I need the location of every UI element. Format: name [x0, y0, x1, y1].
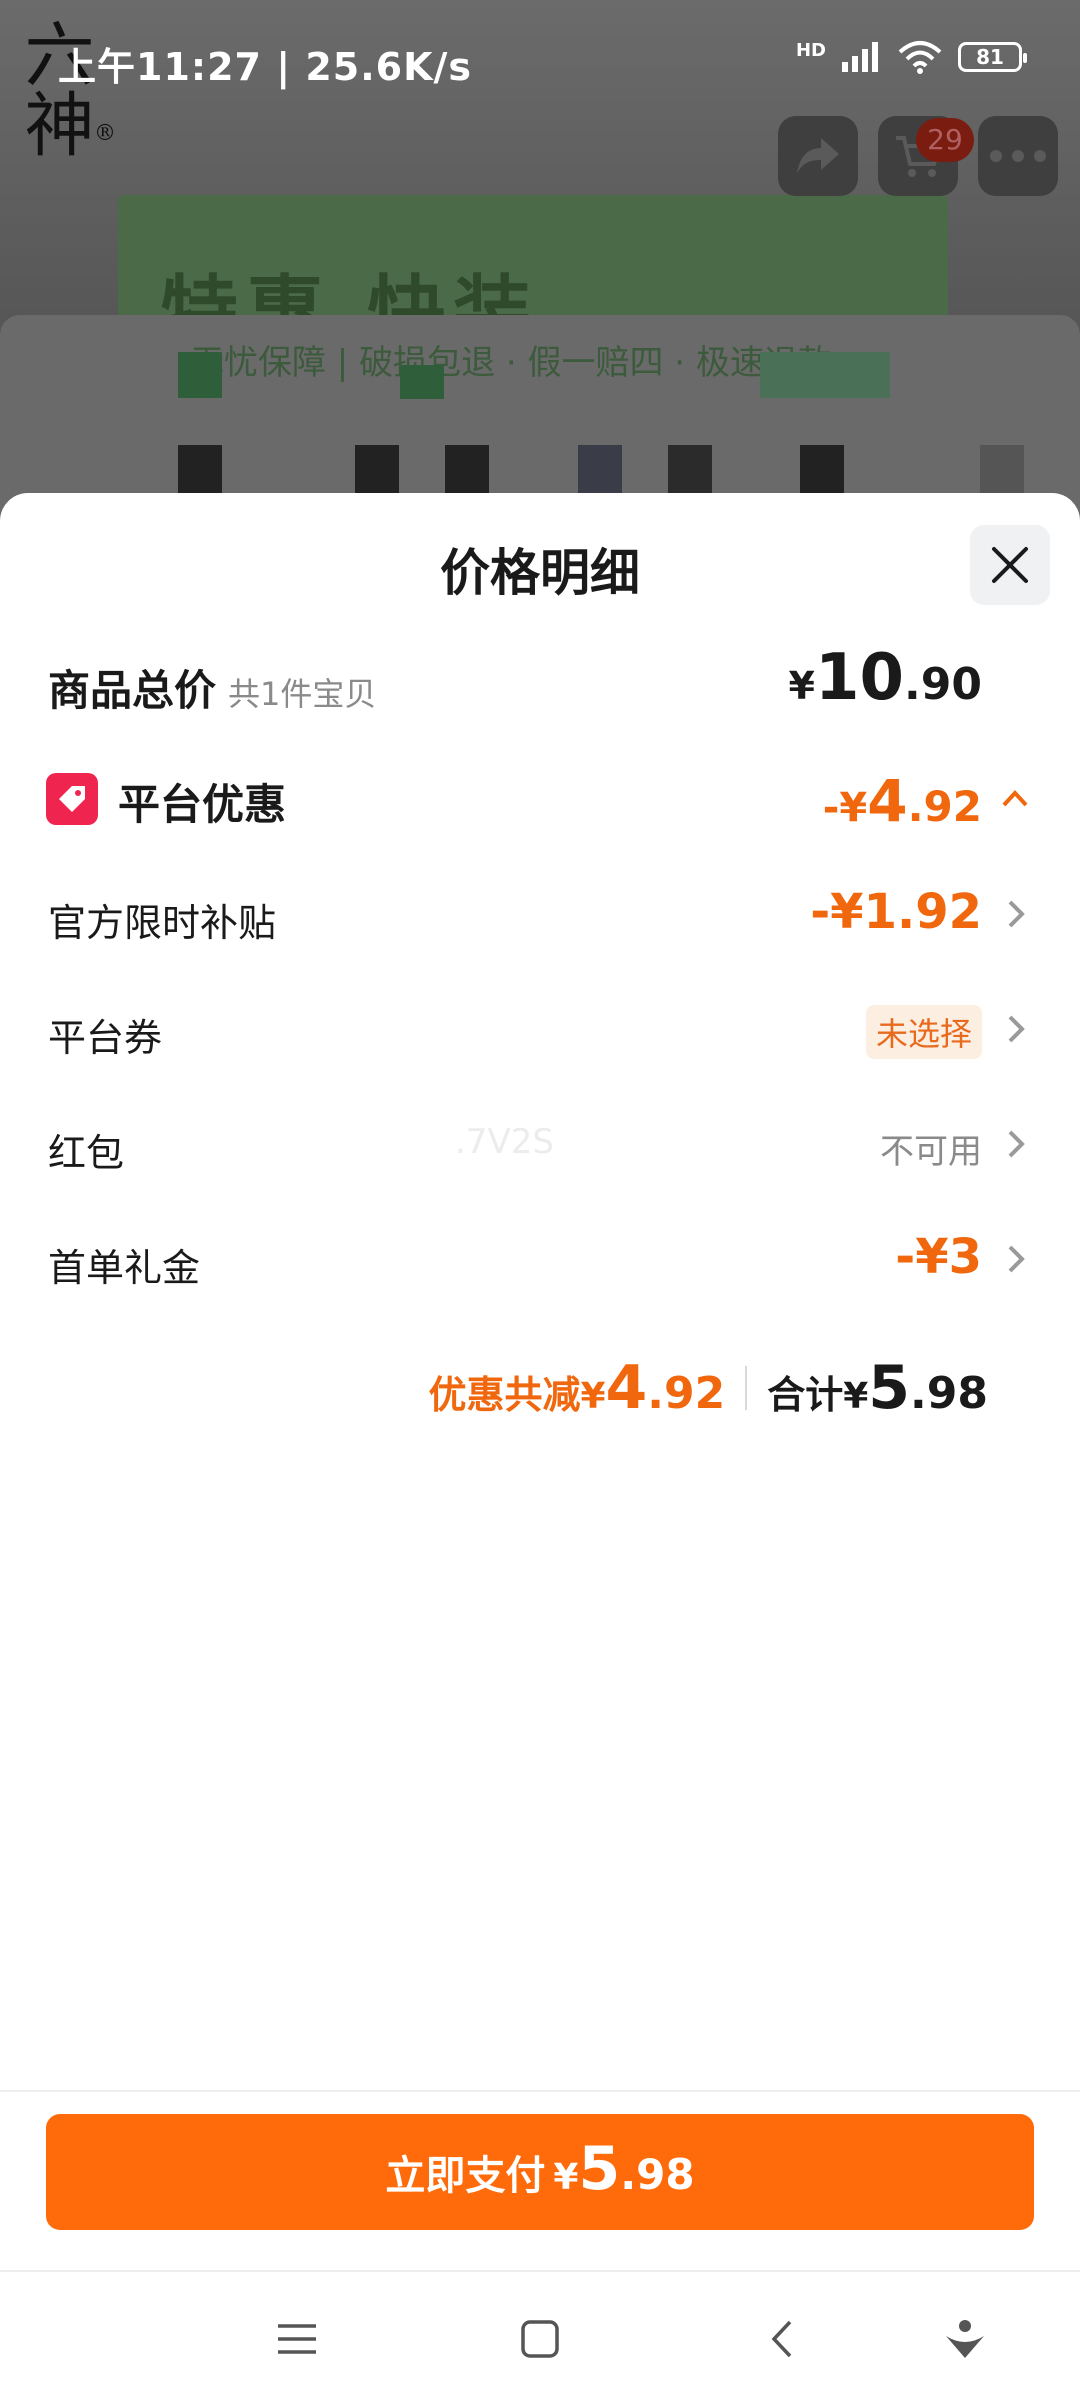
row-first-order-gift[interactable]: 首单礼金 -¥3 [0, 1213, 1080, 1303]
status-clock: 上午11:27 [58, 45, 262, 89]
chevron-up-icon [1002, 790, 1028, 807]
discount-currency-symbol: ¥ [580, 1376, 606, 1417]
row-label: 商品总价 共1件宝贝 [48, 657, 376, 718]
total-price-value: ¥10.90 [789, 641, 982, 715]
platform-discount-value: -¥4.92 [823, 767, 982, 835]
signal-icon [842, 42, 878, 72]
total-currency-symbol: ¥ [843, 1376, 869, 1417]
home-icon[interactable] [515, 2314, 565, 2364]
blur-block [400, 365, 444, 399]
blur-block [760, 352, 890, 398]
discount-total-label: 优惠共减 [428, 1373, 581, 1417]
red-packet-status: 不可用 [880, 1132, 982, 1172]
back-icon[interactable] [758, 2314, 808, 2364]
price-integer: 4 [867, 767, 908, 835]
cart-count-badge: 29 [916, 118, 974, 162]
row-red-packet[interactable]: 红包 .7V2S 不可用 [0, 1098, 1080, 1188]
menu-icon[interactable] [272, 2314, 322, 2364]
blur-block [355, 445, 399, 493]
item-count-label: 共1件宝贝 [228, 675, 377, 713]
discount-decimal: .92 [647, 1368, 726, 1419]
status-divider: | [276, 45, 292, 89]
pay-area: 立即支付 ¥ 5 .98 [0, 2090, 1080, 2270]
discount-integer: 4 [605, 1353, 648, 1423]
wifi-icon [898, 41, 942, 74]
close-icon [992, 547, 1028, 583]
battery-level: 81 [976, 45, 1004, 69]
blur-block [445, 445, 489, 493]
total-integer: 5 [868, 1353, 911, 1423]
more-icon [990, 150, 1046, 162]
pay-currency-symbol: ¥ [553, 2157, 579, 2198]
official-subsidy-value: -¥1.92 [810, 884, 982, 940]
discount-tag-icon [46, 773, 98, 825]
chevron-right-icon [1008, 1245, 1025, 1273]
sheet-title: 价格明细 [440, 544, 640, 602]
price-decimal: .90 [904, 659, 982, 710]
currency-symbol: ¥ [788, 664, 815, 708]
price-decimal: .92 [907, 782, 982, 831]
close-button[interactable] [970, 525, 1050, 605]
status-time: 上午11:27 | 25.6K/s [58, 36, 472, 91]
more-button[interactable] [978, 116, 1058, 196]
official-subsidy-label: 官方限时补贴 [48, 901, 277, 945]
red-packet-label: 红包 [48, 1131, 125, 1175]
system-nav-bar [0, 2270, 1080, 2400]
price-summary: 优惠共减 ¥ 4 .92 合计 ¥ 5 .98 [428, 1353, 988, 1423]
blur-block [800, 445, 844, 493]
coupon-status-badge: 未选择 [865, 1005, 982, 1059]
total-price-label: 商品总价 [48, 666, 217, 715]
battery-icon: 81 [958, 42, 1027, 72]
pay-now-button[interactable]: 立即支付 ¥ 5 .98 [46, 2114, 1034, 2230]
first-order-gift-value: -¥3 [895, 1229, 982, 1285]
row-platform-coupon[interactable]: 平台券 未选择 [0, 983, 1080, 1073]
status-speed: 25.6K/s [305, 45, 473, 89]
currency-symbol: -¥ [822, 785, 868, 831]
row-platform-discount[interactable]: 平台优惠 -¥4.92 [0, 753, 1080, 843]
first-order-gift-label: 首单礼金 [48, 1246, 201, 1290]
blur-block [668, 445, 712, 493]
background-card-text: 无忧保障 | 破损包退 · 假一赔四 · 极速退款 [190, 343, 832, 383]
pay-now-label: 立即支付 [385, 2153, 546, 2199]
pay-integer: 5 [578, 2134, 621, 2204]
pay-decimal: .98 [620, 2150, 695, 2199]
chevron-right-icon [1008, 1130, 1025, 1158]
assistant-icon[interactable] [940, 2314, 990, 2364]
share-button[interactable] [778, 116, 858, 196]
chevron-right-icon [1008, 1015, 1025, 1043]
platform-coupon-label: 平台券 [48, 1016, 163, 1060]
blur-block [980, 445, 1024, 493]
row-total-price: 商品总价 共1件宝贝 ¥10.90 [0, 633, 1080, 723]
network-type-label: HD [795, 40, 826, 61]
blur-block [578, 445, 622, 493]
blur-block [178, 445, 222, 493]
summary-divider [745, 1366, 748, 1410]
platform-discount-label: 平台优惠 [118, 780, 287, 829]
grand-total-label: 合计 [767, 1373, 844, 1417]
watermark-text: .7V2S [455, 1122, 554, 1162]
price-detail-sheet: 价格明细 商品总价 共1件宝贝 ¥10.90 平台优惠 -¥4.92 官方限时补贴… [0, 493, 1080, 2270]
share-icon [797, 138, 839, 174]
status-bar: 上午11:27 | 25.6K/s HD 81 [0, 0, 1080, 96]
blur-block [178, 352, 222, 398]
chevron-right-icon [1008, 900, 1025, 928]
status-icons: HD 81 [795, 40, 1027, 74]
total-decimal: .98 [910, 1368, 988, 1419]
row-official-subsidy[interactable]: 官方限时补贴 -¥1.92 [0, 868, 1080, 958]
price-integer: 10 [814, 641, 905, 715]
